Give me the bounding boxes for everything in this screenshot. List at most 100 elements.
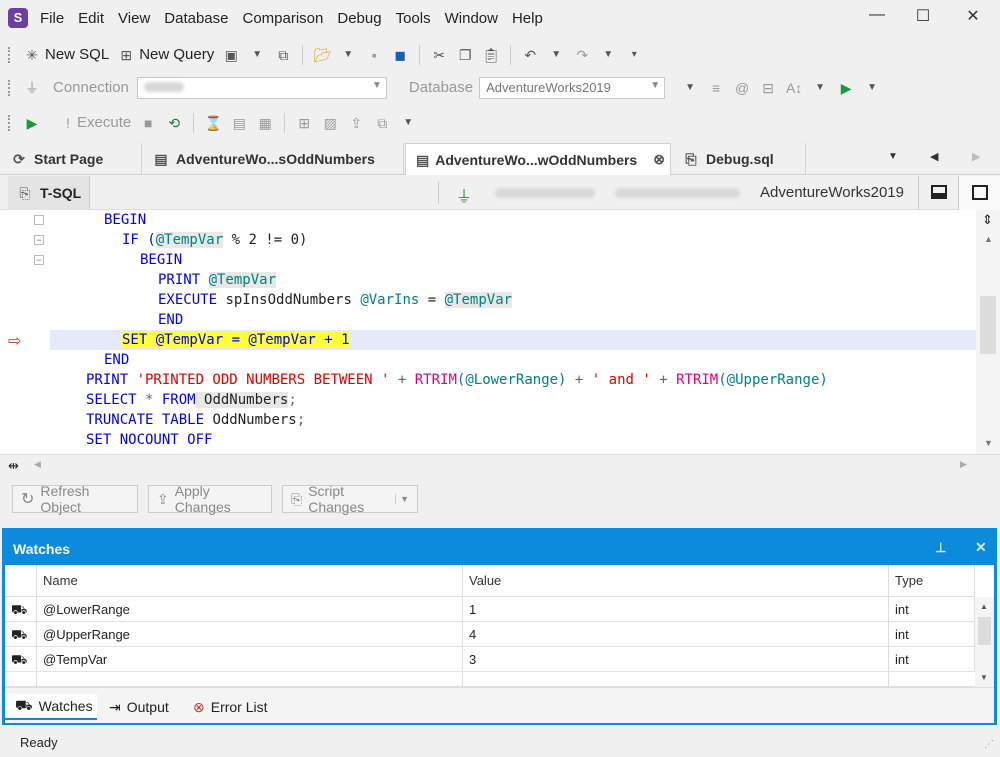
- table-row-empty[interactable]: [5, 672, 975, 687]
- maximize-button[interactable]: ☐: [908, 6, 938, 30]
- fold-marker-icon[interactable]: −: [34, 255, 44, 265]
- compare-button[interactable]: ⧉: [369, 110, 395, 136]
- open-dropdown[interactable]: ▼: [335, 42, 361, 68]
- toolbar-grip[interactable]: [8, 46, 11, 63]
- new-item-button[interactable]: ⧉: [270, 42, 296, 68]
- tab-scroll-right-icon[interactable]: ▶: [972, 150, 980, 163]
- layout-button[interactable]: ⊞: [291, 110, 317, 136]
- stop-button[interactable]: ■: [135, 110, 161, 136]
- sort-button[interactable]: A↕: [781, 75, 807, 101]
- schema-button[interactable]: ⊟: [755, 75, 781, 101]
- toolbar-grip[interactable]: [8, 114, 11, 131]
- paste-button[interactable]: 📋︎: [478, 42, 504, 68]
- editor-vertical-scrollbar[interactable]: ⇕ ▲ ▼: [976, 210, 1000, 454]
- scroll-down-icon[interactable]: ▼: [980, 673, 988, 682]
- column-header-name[interactable]: Name: [37, 565, 463, 597]
- run-dropdown[interactable]: ▼: [859, 75, 885, 101]
- split-horizontal-icon[interactable]: ⇹: [8, 458, 19, 474]
- image-button[interactable]: ▨: [317, 110, 343, 136]
- open-button[interactable]: 📂︎: [309, 42, 335, 68]
- fold-marker-icon[interactable]: [34, 215, 44, 225]
- code-area[interactable]: BEGIN IF (@TempVar % 2 != 0) BEGIN PRINT…: [50, 210, 976, 454]
- close-tab-icon[interactable]: ⊗: [653, 151, 665, 168]
- editor-horizontal-scrollbar[interactable]: ⇹ ◀ ▶: [0, 454, 1000, 476]
- new-query-button[interactable]: ⊞ New Query: [113, 42, 218, 68]
- tab-watches[interactable]: ⛟ Watches: [5, 694, 97, 720]
- redo-dropdown[interactable]: ▼: [595, 42, 621, 68]
- run-button[interactable]: ▶: [833, 75, 859, 101]
- query-plan-button[interactable]: ▤: [226, 110, 252, 136]
- parameters-button[interactable]: @: [729, 75, 755, 101]
- undo-button[interactable]: ↶: [517, 42, 543, 68]
- table-button[interactable]: ▦: [252, 110, 278, 136]
- new-document-button[interactable]: ▣: [218, 42, 244, 68]
- cut-button[interactable]: ✂: [426, 42, 452, 68]
- toolbar-grip[interactable]: [8, 79, 11, 96]
- tsql-mode-selector[interactable]: ⎘ T-SQL: [8, 176, 91, 210]
- watch-value[interactable]: 1: [463, 597, 889, 622]
- tab-procedure-1[interactable]: ▤ AdventureWo...sOddNumbers: [142, 143, 404, 175]
- tab-output[interactable]: ⇥ Output: [109, 694, 169, 720]
- scroll-down-icon[interactable]: ▼: [984, 438, 993, 448]
- scroll-right-icon[interactable]: ▶: [960, 459, 967, 470]
- code-editor[interactable]: − − ⇨ BEGIN IF (@TempVar % 2 != 0) BEGIN…: [0, 210, 1000, 454]
- scrollbar-thumb[interactable]: [978, 617, 991, 645]
- menu-database[interactable]: Database: [164, 10, 228, 27]
- tab-list-dropdown-icon[interactable]: ▼: [888, 151, 898, 162]
- active-database[interactable]: AdventureWorks2019: [760, 184, 904, 201]
- continue-button[interactable]: ▶: [19, 110, 45, 136]
- copy-button[interactable]: ❐: [452, 42, 478, 68]
- close-window-button[interactable]: ✕: [958, 6, 988, 30]
- grid-vertical-scrollbar[interactable]: ▲ ▼: [975, 597, 994, 687]
- menu-debug[interactable]: Debug: [337, 10, 381, 27]
- tab-scroll-left-icon[interactable]: ◀: [930, 150, 938, 163]
- new-document-dropdown[interactable]: ▼: [244, 42, 270, 68]
- menu-view[interactable]: View: [118, 10, 150, 27]
- save-button[interactable]: ▪: [361, 42, 387, 68]
- scroll-left-icon[interactable]: ◀: [34, 459, 41, 470]
- tab-debug-sql[interactable]: ⎘ Debug.sql: [672, 143, 806, 175]
- split-editor-icon[interactable]: ⇕: [982, 212, 993, 228]
- connection-combo[interactable]: ▼: [136, 76, 387, 99]
- undo-dropdown[interactable]: ▼: [543, 42, 569, 68]
- toggle-results-button[interactable]: [918, 176, 958, 210]
- minimize-button[interactable]: —: [862, 6, 892, 30]
- scroll-up-icon[interactable]: ▲: [984, 234, 993, 244]
- tab-error-list[interactable]: ⊗ Error List: [193, 694, 268, 720]
- dropdown-arrow-icon[interactable]: ▼: [395, 494, 409, 504]
- sort-dropdown[interactable]: ▼: [807, 75, 833, 101]
- column-header-value[interactable]: Value: [463, 565, 889, 597]
- menu-edit[interactable]: Edit: [78, 10, 104, 27]
- database-combo[interactable]: AdventureWorks2019 ▼: [479, 76, 666, 99]
- toolbar3-overflow[interactable]: ▼: [395, 110, 421, 136]
- refresh-object-button[interactable]: ↻ Refresh Object: [12, 483, 138, 515]
- menu-help[interactable]: Help: [512, 10, 543, 27]
- fold-marker-icon[interactable]: −: [34, 235, 44, 245]
- export-button[interactable]: ⇪: [343, 110, 369, 136]
- new-sql-button[interactable]: ✳ New SQL: [19, 42, 113, 68]
- scroll-up-icon[interactable]: ▲: [980, 602, 988, 611]
- maximize-editor-button[interactable]: [958, 176, 1000, 210]
- tab-start-page[interactable]: ⟳ Start Page: [0, 143, 142, 175]
- close-panel-icon[interactable]: ✕: [975, 539, 987, 556]
- pin-icon[interactable]: ⊥: [935, 540, 946, 556]
- table-row[interactable]: ⛟ @TempVar 3 int: [5, 647, 975, 672]
- history-button[interactable]: ⟲: [161, 110, 187, 136]
- watch-value[interactable]: 4: [463, 622, 889, 647]
- profiler-button[interactable]: ⌛: [200, 110, 226, 136]
- format-button[interactable]: ≡: [703, 75, 729, 101]
- tab-procedure-2[interactable]: ▤ AdventureWo...wOddNumbers ⊗: [405, 143, 671, 175]
- execute-button[interactable]: ! Execute: [59, 110, 135, 136]
- menu-tools[interactable]: Tools: [396, 10, 431, 27]
- connection-icon-button[interactable]: ⏚: [19, 75, 45, 101]
- script-changes-button[interactable]: ⎘ Script Changes ▼: [282, 483, 418, 515]
- table-row[interactable]: ⛟ @LowerRange 1 int: [5, 597, 975, 622]
- database-dropdown[interactable]: ▼: [677, 75, 703, 101]
- menu-file[interactable]: File: [40, 10, 64, 27]
- save-all-button[interactable]: ◼: [387, 42, 413, 68]
- menu-window[interactable]: Window: [445, 10, 498, 27]
- resize-grip-icon[interactable]: ⋰: [984, 739, 994, 750]
- menu-comparison[interactable]: Comparison: [243, 10, 324, 27]
- toolbar-overflow[interactable]: ▾: [621, 42, 647, 68]
- column-header-type[interactable]: Type: [889, 565, 975, 597]
